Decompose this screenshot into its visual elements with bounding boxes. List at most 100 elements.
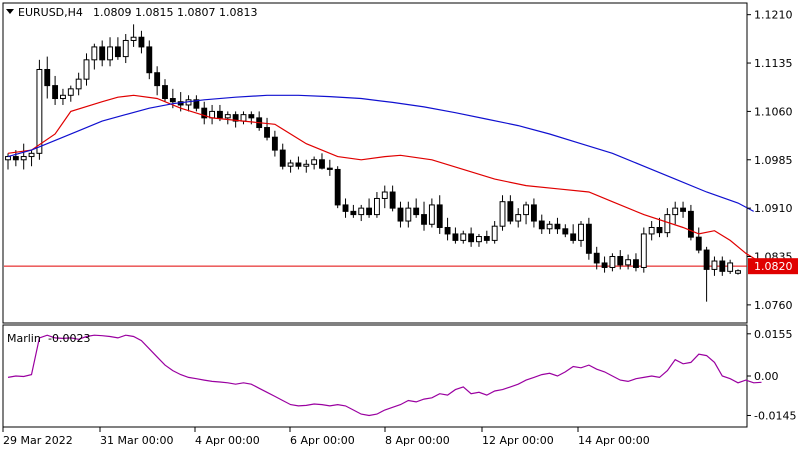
candle-body-bull — [36, 68, 43, 154]
candle-body-bull — [303, 163, 310, 167]
candle-body-bull — [358, 207, 365, 216]
chart-canvas: 1.12101.11351.10601.09851.09101.08351.07… — [2, 2, 798, 447]
candle-body-bull — [727, 262, 734, 272]
candle-body-bear — [436, 204, 443, 228]
price-tick-label: 1.0760 — [754, 299, 793, 312]
candle-body-bear — [452, 233, 459, 241]
indicator-pane — [2, 324, 748, 428]
candle-body-bear — [562, 228, 569, 235]
candle-body-bear — [162, 85, 168, 100]
candle-body-bear — [334, 168, 341, 206]
current-price-tag: 1.0820 — [748, 258, 798, 275]
indicator-axis: 0.0155 0.00 -0.0145 — [747, 328, 796, 422]
candle-body-bear — [264, 127, 270, 138]
candle-body-bear — [468, 233, 475, 243]
candle-body-bear — [413, 207, 420, 216]
candle-body-bear — [530, 204, 537, 222]
candle — [640, 227, 647, 273]
candle-body-bear — [585, 223, 592, 254]
time-tick-label: 12 Apr 00:00 — [482, 434, 554, 447]
candle-body-bear — [538, 220, 545, 230]
candle-body-bear — [52, 85, 59, 100]
current-price-label: 1.0820 — [754, 260, 793, 273]
candle-body-bear — [601, 262, 608, 268]
candle-body-bear — [271, 136, 278, 151]
candle-body-bull — [491, 225, 498, 241]
time-tick-label: 6 Apr 00:00 — [290, 434, 355, 447]
candle-body-bear — [687, 210, 694, 238]
candle-body-bull — [711, 260, 718, 270]
candle-body-bear — [719, 260, 726, 272]
candle-body-bear — [217, 110, 223, 119]
candle-body-bull — [578, 223, 584, 241]
candle-body-bear — [593, 252, 600, 264]
candle-body-bull — [609, 256, 616, 268]
candle-body-bear — [507, 201, 514, 222]
indicator-value: -0.0023 — [48, 332, 90, 345]
candle-body-bull — [287, 162, 294, 167]
candle-body-bear — [295, 162, 302, 167]
candle-body-bear — [342, 204, 349, 212]
price-tick-label: 1.0985 — [754, 154, 793, 167]
candle-body-bull — [67, 88, 74, 96]
candle-body-bull — [648, 226, 655, 235]
candle-body-bull — [499, 201, 506, 227]
candle-body-bull — [428, 204, 435, 225]
indicator-tick-label: -0.0145 — [754, 409, 796, 422]
candle-body-bull — [546, 223, 553, 230]
time-tick-label: 14 Apr 00:00 — [578, 434, 650, 447]
candle-body-bear — [554, 223, 561, 230]
candle-body-bear — [656, 226, 663, 234]
candle-body-bear — [397, 207, 404, 222]
candle-body-bear — [44, 68, 51, 87]
candle — [585, 217, 592, 260]
candle-body-bull — [664, 214, 671, 234]
candle-body-bull — [373, 197, 380, 216]
candle-body-bull — [515, 214, 522, 222]
candle-body-bull — [122, 39, 129, 58]
candle-body-bear — [366, 207, 373, 216]
candle-body-bear — [421, 214, 427, 225]
candle-body-bear — [703, 249, 710, 270]
candle-body-bull — [5, 156, 11, 161]
time-tick-label: 29 Mar 2022 — [3, 434, 73, 447]
ohlc-values: 1.0809 1.0815 1.0807 1.0813 — [93, 6, 257, 19]
candle-body-bear — [319, 159, 325, 169]
indicator-name: Marlin — [7, 332, 41, 345]
price-tick-label: 1.1060 — [754, 105, 793, 118]
indicator-tick-label: 0.0155 — [754, 328, 793, 341]
candle-body-bear — [389, 191, 396, 209]
candle-body-bull — [460, 233, 467, 241]
candle-body-bull — [381, 191, 388, 199]
candle-body-bear — [570, 233, 577, 241]
symbol-title: EURUSD,H4 — [18, 6, 83, 19]
candle-body-bear — [350, 210, 357, 216]
candle-body-bull — [60, 94, 66, 100]
candle-body-bear — [695, 236, 702, 251]
candle-body-bear — [326, 167, 333, 170]
candle-body-bear — [444, 226, 451, 235]
candle-body-bear — [154, 72, 161, 87]
candle-body-bull — [107, 46, 113, 61]
candle-body-bull — [625, 259, 632, 266]
candle-body-bull — [240, 114, 247, 122]
price-tick-label: 1.0910 — [754, 202, 793, 215]
time-axis: 29 Mar 2022 31 Mar 00:00 4 Apr 00:00 6 Apr … — [2, 427, 650, 447]
candle-body-bear — [138, 36, 145, 48]
candle-body-bear — [633, 259, 639, 268]
candle-body-bull — [83, 59, 90, 80]
candle-body-bull — [476, 236, 482, 243]
candle-body-bull — [523, 204, 529, 216]
candle-body-bull — [91, 46, 98, 61]
candle-body-bear — [483, 236, 490, 241]
candle-body-bear — [617, 256, 624, 266]
candle-body-bear — [99, 46, 106, 61]
time-tick-label: 4 Apr 00:00 — [195, 434, 260, 447]
candle-body-bear — [146, 46, 153, 74]
candle-body-bear — [114, 46, 121, 58]
candle — [334, 166, 341, 209]
candle-body-bull — [130, 36, 137, 41]
candle-body-bull — [311, 159, 318, 165]
candle-body-bear — [680, 207, 686, 212]
candle-body-bull — [75, 78, 82, 90]
